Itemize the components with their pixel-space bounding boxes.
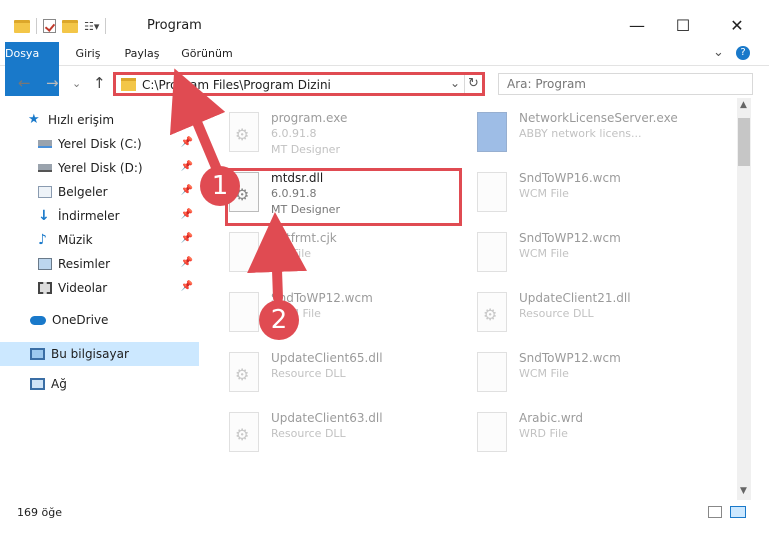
step-badge-2: 2 [259,300,299,340]
large-icons-view-icon[interactable] [730,506,746,518]
details-view-icon[interactable] [708,506,722,518]
status-bar: 169 öğe [0,500,769,536]
annotation-arrows [169,68,308,303]
vertical-scrollbar[interactable]: ▲ ▼ [737,98,751,500]
scroll-down-icon[interactable]: ▼ [740,486,747,496]
item-count: 169 öğe [17,506,62,519]
arrow-to-address-bar [169,68,226,177]
scroll-up-icon[interactable]: ▲ [740,100,747,110]
scrollbar-thumb[interactable] [738,118,750,166]
step-badge-1: 1 [200,166,240,206]
arrow-to-file [247,212,308,303]
